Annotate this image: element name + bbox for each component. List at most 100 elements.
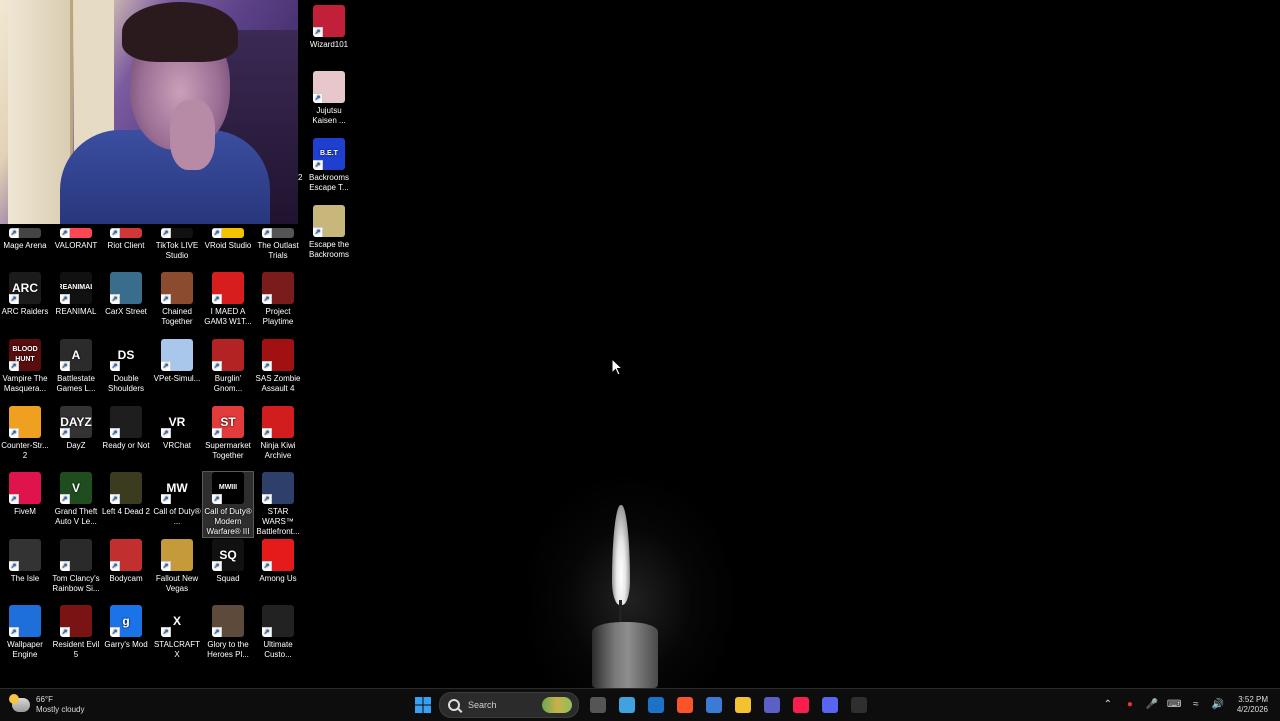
shortcut-arrow-icon: ↗ (60, 561, 70, 571)
copilot-icon (618, 697, 635, 713)
shortcut-arrow-icon: ↗ (9, 627, 19, 637)
taskbar-app-file-explorer[interactable] (585, 692, 611, 718)
taskbar-app-folder[interactable] (730, 692, 756, 718)
desktop-shortcut-stalcraft-x[interactable]: X ↗ STALCRAFT X (152, 605, 202, 660)
shortcut-arrow-icon: ↗ (212, 228, 222, 238)
left-4-dead-2-icon: ↗ (110, 472, 142, 504)
start-button[interactable] (410, 692, 436, 718)
shortcut-arrow-icon: ↗ (60, 428, 70, 438)
shortcut-label: Wallpaper Engine (7, 640, 43, 659)
volume-icon[interactable]: 🔊 (1211, 698, 1225, 712)
icon-side-number: 2 (298, 173, 303, 182)
desktop-shortcut-carx-street[interactable]: ↗ CarX Street (101, 272, 151, 317)
shortcut-label: Jujutsu Kaisen ... (312, 106, 346, 125)
desktop-shortcut-reanimal[interactable]: REANIMAL ↗ REANIMAL (51, 272, 101, 317)
desktop-shortcut-call-of-duty[interactable]: MW ↗ Call of Duty® ... (152, 472, 202, 527)
desktop-shortcut-tiktok-live-studio[interactable]: ↗ TikTok LIVE Studio (152, 228, 202, 261)
desktop-shortcut-counter-strike-2[interactable]: ↗ Counter-Str... 2 (0, 406, 50, 461)
desktop-shortcut-escape-backrooms[interactable]: ↗ Escape the Backrooms (304, 205, 354, 260)
tiktok-live-studio-icon: ↗ (161, 228, 193, 238)
desktop-shortcut-the-isle[interactable]: ↗ The Isle (0, 539, 50, 584)
desktop-shortcut-fallout-new-vegas[interactable]: ↗ Fallout New Vegas (152, 539, 202, 594)
desktop-shortcut-cod-mw3[interactable]: MWIII ↗ Call of Duty® Modern Warfare® III (202, 471, 254, 538)
shortcut-arrow-icon: ↗ (161, 228, 171, 238)
desktop-shortcut-ninja-kiwi-archive[interactable]: ↗ Ninja Kiwi Archive (253, 406, 303, 461)
desktop-shortcut-wallpaper-engine[interactable]: ↗ Wallpaper Engine (0, 605, 50, 660)
taskbar-clock[interactable]: 3:52 PM 4/2/2026 (1237, 695, 1268, 715)
desktop-shortcut-project-playtime[interactable]: ↗ Project Playtime (253, 272, 303, 327)
shortcut-label: VALORANT (54, 241, 98, 250)
taskbar-app-copilot[interactable] (614, 692, 640, 718)
shortcut-arrow-icon: ↗ (110, 428, 120, 438)
shortcut-label: Burglin' Gnom... (213, 374, 243, 393)
desktop-shortcut-riot-client[interactable]: ↗ Riot Client (101, 228, 151, 251)
brave-browser-icon (676, 697, 693, 713)
shortcut-arrow-icon: ↗ (262, 561, 272, 571)
shortcut-label: Backrooms Escape T... (308, 173, 349, 192)
shortcut-arrow-icon: ↗ (161, 294, 171, 304)
desktop-shortcut-dayz[interactable]: DAYZ ↗ DayZ (51, 406, 101, 451)
icon-artwork-text: X (172, 614, 181, 628)
taskbar-app-teams[interactable] (759, 692, 785, 718)
desktop-shortcut-double-shoulders[interactable]: DS ↗ Double Shoulders (101, 339, 151, 394)
shortcut-arrow-icon: ↗ (212, 627, 222, 637)
taskbar-app-discord[interactable] (817, 692, 843, 718)
taskbar-search-box[interactable]: Search (439, 692, 579, 718)
desktop-shortcut-wizard101[interactable]: ↗ Wizard101 (304, 5, 354, 50)
weather-widget[interactable]: 66°F Mostly cloudy (9, 693, 84, 717)
desktop-shortcut-bodycam[interactable]: ↗ Bodycam (101, 539, 151, 584)
desktop-shortcut-arc-raiders[interactable]: ARC ↗ ARC Raiders (0, 272, 50, 317)
search-icon (448, 699, 460, 711)
desktop-shortcut-jujutsu-kaisen[interactable]: ↗ Jujutsu Kaisen ... (304, 71, 354, 126)
shortcut-arrow-icon: ↗ (9, 361, 19, 371)
desktop-shortcut-supermarket-together[interactable]: ST ↗ Supermarket Together (203, 406, 253, 461)
desktop-shortcut-gta-v[interactable]: V ↗ Grand Theft Auto V Le... (51, 472, 101, 527)
desktop-shortcut-star-wars-battlefront[interactable]: ↗ STAR WARS™ Battlefront... (253, 472, 303, 537)
desktop-shortcut-vampire-masquerade[interactable]: BLOOD HUNT ↗ Vampire The Masquera... (0, 339, 50, 394)
keyboard-icon[interactable]: ⌨ (1167, 698, 1181, 712)
wifi-icon[interactable]: ≈ (1189, 698, 1203, 712)
taskbar-app-obs-studio[interactable] (846, 692, 872, 718)
microphone-icon[interactable]: 🎤 (1145, 698, 1159, 712)
desktop-shortcut-sas-zombie-assault[interactable]: ↗ SAS Zombie Assault 4 (253, 339, 303, 394)
desktop-shortcut-valorant[interactable]: ↗ VALORANT (51, 228, 101, 251)
taskbar-app-brave-browser[interactable] (672, 692, 698, 718)
taskbar-app-outlook[interactable] (643, 692, 669, 718)
desktop-shortcut-rainbow-six[interactable]: ↗ Tom Clancy's Rainbow Si... (51, 539, 101, 594)
desktop-shortcut-among-us[interactable]: ↗ Among Us (253, 539, 303, 584)
desktop-shortcut-ultimate-custom-night[interactable]: ↗ Ultimate Custo... (253, 605, 303, 660)
weather-temp: 66°F (36, 695, 53, 704)
desktop-shortcut-squad[interactable]: SQ ↗ Squad (203, 539, 253, 584)
desktop-shortcut-left-4-dead-2[interactable]: ↗ Left 4 Dead 2 (101, 472, 151, 517)
clock-time: 3:52 PM (1238, 695, 1268, 704)
desktop-shortcut-burglin-gnomes[interactable]: ↗ Burglin' Gnom... (203, 339, 253, 394)
desktop-shortcut-outlast-trials[interactable]: ↗ The Outlast Trials (253, 228, 303, 261)
desktop-shortcut-vroid-studio[interactable]: ↗ VRoid Studio (203, 228, 253, 251)
desktop-shortcut-backrooms-escape[interactable]: B.E.T ↗ Backrooms Escape T... 2 (298, 138, 354, 193)
desktop-shortcut-vrchat[interactable]: VR ↗ VRChat (152, 406, 202, 451)
desktop-shortcut-resident-evil-5[interactable]: ↗ Resident Evil 5 (51, 605, 101, 660)
obs-studio-icon (850, 697, 867, 713)
riot-client-icon: ↗ (110, 228, 142, 238)
bodycam-icon: ↗ (110, 539, 142, 571)
desktop-shortcut-vpet-simulator[interactable]: ↗ VPet-Simul... (152, 339, 202, 384)
desktop-shortcut-chained-together[interactable]: ↗ Chained Together (152, 272, 202, 327)
chevron-up-icon[interactable]: ⌃ (1101, 698, 1115, 712)
tray-app-icon[interactable]: ● (1123, 698, 1137, 712)
desktop-shortcut-battlestate-games[interactable]: A ↗ Battlestate Games L... (51, 339, 101, 394)
dayz-icon: DAYZ ↗ (60, 406, 92, 438)
desktop-shortcut-ready-or-not[interactable]: ↗ Ready or Not (101, 406, 151, 451)
taskbar-app-microsoft-store[interactable] (701, 692, 727, 718)
escape-backrooms-icon: ↗ (313, 205, 345, 237)
desktop-shortcut-mage-arena[interactable]: ↗ Mage Arena (0, 228, 50, 251)
shortcut-arrow-icon: ↗ (212, 494, 222, 504)
shortcut-arrow-icon: ↗ (313, 93, 323, 103)
taskbar-app-opera-gx[interactable] (788, 692, 814, 718)
shortcut-label: Mage Arena (3, 241, 47, 250)
desktop-shortcut-fivem[interactable]: ↗ FiveM (0, 472, 50, 517)
desktop-shortcut-garrys-mod[interactable]: g ↗ Garry's Mod (101, 605, 151, 650)
shortcut-arrow-icon: ↗ (60, 361, 70, 371)
desktop-shortcut-i-maed-a-gam3[interactable]: ↗ I MAED A GAM3 W1T... (203, 272, 253, 327)
shortcut-label: TikTok LIVE Studio (155, 241, 199, 260)
desktop-shortcut-glory-to-the-heroes[interactable]: ↗ Glory to the Heroes Pl... (203, 605, 253, 660)
